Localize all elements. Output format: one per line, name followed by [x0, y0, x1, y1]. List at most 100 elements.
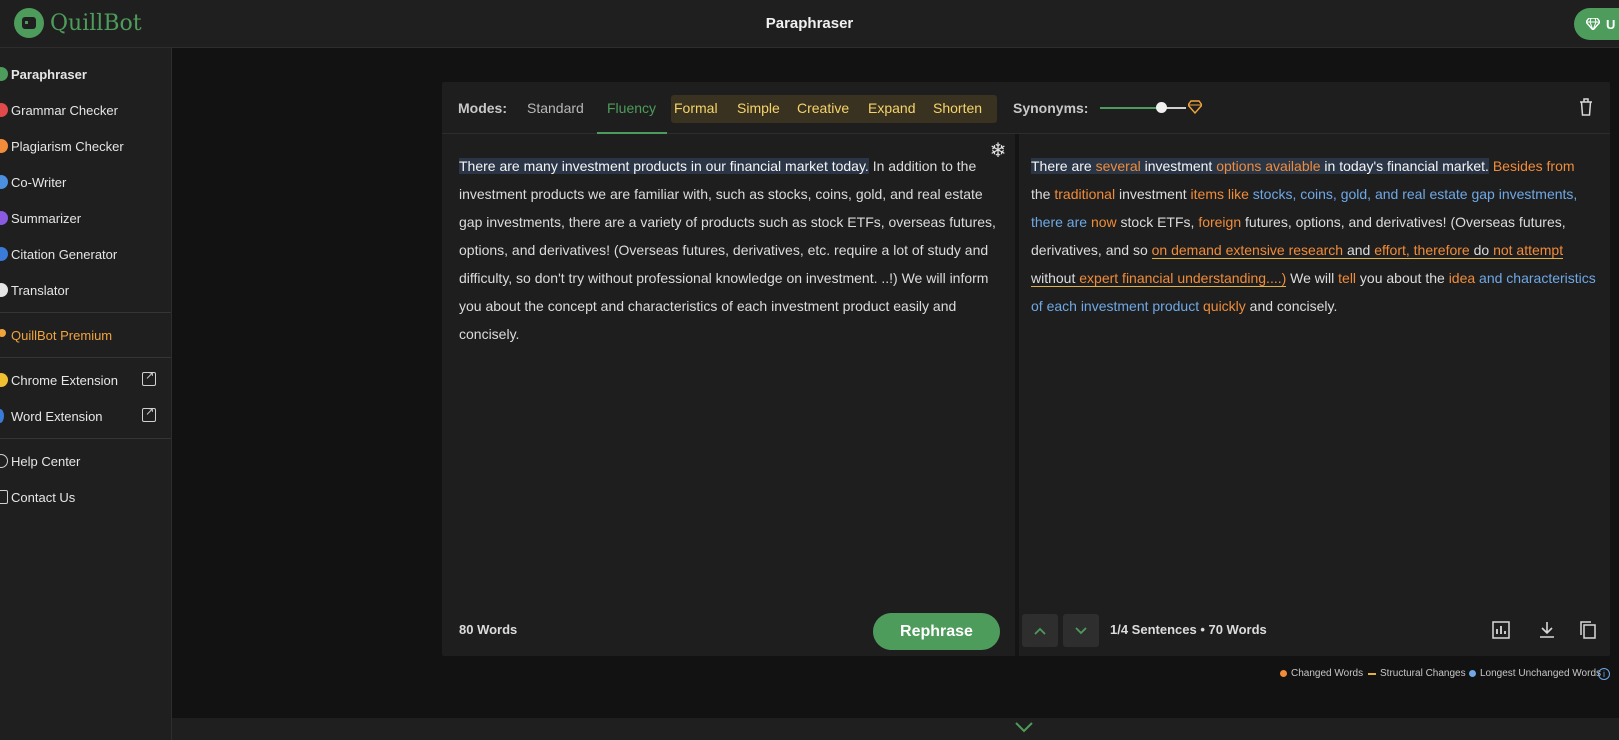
modes-bar: Modes: Standard Fluency Formal Simple Cr…: [442, 82, 1610, 134]
sidebar-item-label: Paraphraser: [11, 66, 87, 82]
changed-word[interactable]: not attempt: [1493, 242, 1563, 258]
sidebar-item-label: Contact Us: [11, 489, 76, 505]
contact-icon: [0, 490, 8, 504]
changed-word[interactable]: items like: [1191, 186, 1249, 202]
grammar-checker-icon: [0, 103, 8, 117]
diamond-icon: [1586, 18, 1600, 30]
output-highlighted-sentence[interactable]: There are several investment options ava…: [1031, 158, 1489, 174]
structural-changes-line-icon: [1368, 672, 1376, 675]
output-word: do: [1469, 242, 1494, 258]
legend-label: Changed Words: [1291, 668, 1364, 679]
chevron-down-icon: [1075, 627, 1087, 635]
changed-word[interactable]: expert financial: [1079, 270, 1173, 286]
mode-expand[interactable]: Expand: [868, 100, 915, 116]
sidebar-item-summarizer[interactable]: Summarizer: [0, 200, 171, 236]
changed-word[interactable]: tell: [1338, 270, 1356, 286]
changed-word[interactable]: quickly: [1203, 298, 1246, 314]
changed-word[interactable]: now: [1091, 214, 1117, 230]
sidebar-item-chrome-extension[interactable]: Chrome Extension: [0, 362, 171, 398]
chrome-icon: [0, 373, 8, 387]
changed-word[interactable]: several: [1096, 158, 1141, 174]
chevron-up-icon: [1034, 627, 1046, 635]
panel-divider: [1015, 134, 1019, 656]
synonyms-slider-fill: [1100, 107, 1160, 109]
sidebar-item-word-extension[interactable]: Word Extension: [0, 398, 171, 434]
sidebar-item-paraphraser[interactable]: Paraphraser: [0, 56, 171, 92]
legend-changed-words: Changed Words: [1280, 668, 1363, 679]
input-text-area[interactable]: There are many investment products in ou…: [459, 152, 999, 348]
co-writer-icon: [0, 175, 8, 189]
sidebar: Paraphraser Grammar Checker Plagiarism C…: [0, 48, 172, 740]
premium-icon: [0, 329, 6, 337]
external-link-icon: [142, 405, 156, 422]
statistics-icon[interactable]: [1491, 620, 1511, 640]
sidebar-item-translator[interactable]: Translator: [0, 272, 171, 308]
changed-word[interactable]: options available: [1216, 158, 1320, 174]
output-word: investment: [1140, 158, 1217, 174]
previous-sentence-button[interactable]: [1022, 614, 1058, 647]
output-word: the: [1031, 186, 1055, 202]
changed-word[interactable]: traditional: [1054, 186, 1115, 202]
output-word: There are: [1031, 158, 1096, 174]
changed-word[interactable]: on: [1152, 242, 1168, 258]
sidebar-item-label: Summarizer: [11, 210, 82, 226]
upgrade-label: U: [1606, 16, 1616, 32]
sidebar-item-help-center[interactable]: Help Center: [0, 443, 171, 479]
citation-generator-icon: [0, 247, 8, 261]
expand-chevron-icon[interactable]: [1015, 721, 1033, 733]
changed-word[interactable]: understanding....): [1177, 270, 1286, 286]
download-icon[interactable]: [1537, 620, 1557, 640]
output-word: stock ETFs,: [1116, 214, 1199, 230]
sidebar-item-contact-us[interactable]: Contact Us: [0, 479, 171, 515]
output-word: in today's financial market.: [1320, 158, 1489, 174]
paraphraser-icon: [0, 67, 8, 81]
mode-simple[interactable]: Simple: [737, 100, 780, 116]
legend-label: Structural Changes: [1380, 668, 1466, 679]
sidebar-item-label: Plagiarism Checker: [11, 138, 124, 154]
mode-standard[interactable]: Standard: [527, 100, 584, 116]
page-title: Paraphraser: [765, 15, 854, 32]
legend-structural-changes: Structural Changes: [1368, 668, 1466, 679]
output-sentence-stats: 1/4 Sentences • 70 Words: [1110, 622, 1267, 637]
sidebar-item-label: QuillBot Premium: [11, 327, 113, 343]
sidebar-item-quillbot-premium[interactable]: QuillBot Premium: [0, 317, 171, 353]
output-text-area[interactable]: There are several investment options ava…: [1031, 152, 1596, 320]
sidebar-item-label: Word Extension: [11, 408, 103, 424]
sidebar-item-label: Co-Writer: [11, 174, 67, 190]
changed-word[interactable]: Besides from: [1493, 158, 1575, 174]
premium-diamond-icon: [1188, 100, 1202, 114]
sidebar-item-citation-generator[interactable]: Citation Generator: [0, 236, 171, 272]
summarizer-icon: [0, 211, 8, 225]
legend-longest-unchanged: Longest Unchanged Words: [1469, 668, 1601, 679]
output-word: you about the: [1356, 270, 1449, 286]
copy-icon[interactable]: [1578, 620, 1598, 640]
sidebar-item-label: Citation Generator: [11, 246, 118, 262]
modes-label: Modes:: [458, 100, 507, 116]
mode-formal[interactable]: Formal: [674, 100, 718, 116]
synonyms-label: Synonyms:: [1013, 100, 1089, 116]
legend-label: Longest Unchanged Words: [1480, 668, 1602, 679]
trash-icon[interactable]: [1579, 98, 1593, 116]
mode-shorten[interactable]: Shorten: [933, 100, 982, 116]
rephrase-button[interactable]: Rephrase: [873, 613, 1000, 650]
output-word: and: [1343, 242, 1375, 258]
changed-word[interactable]: idea: [1449, 270, 1475, 286]
sidebar-item-grammar-checker[interactable]: Grammar Checker: [0, 92, 171, 128]
active-mode-indicator: [597, 132, 667, 134]
changed-word[interactable]: effort, therefore: [1374, 242, 1469, 258]
sidebar-item-label: Chrome Extension: [11, 372, 118, 388]
info-icon[interactable]: i: [1598, 668, 1610, 680]
sidebar-item-plagiarism-checker[interactable]: Plagiarism Checker: [0, 128, 171, 164]
changed-word[interactable]: demand extensive research: [1171, 242, 1343, 258]
mode-fluency[interactable]: Fluency: [607, 100, 656, 116]
unchanged-words-dot-icon: [1469, 670, 1476, 677]
output-word: We will: [1286, 270, 1339, 286]
sidebar-item-co-writer[interactable]: Co-Writer: [0, 164, 171, 200]
help-icon: [0, 454, 8, 468]
upgrade-button[interactable]: U: [1574, 8, 1619, 40]
sidebar-item-label: Translator: [11, 282, 70, 298]
changed-word[interactable]: foreign: [1198, 214, 1241, 230]
next-sentence-button[interactable]: [1063, 614, 1099, 647]
synonyms-slider-thumb[interactable]: [1156, 102, 1167, 113]
mode-creative[interactable]: Creative: [797, 100, 849, 116]
